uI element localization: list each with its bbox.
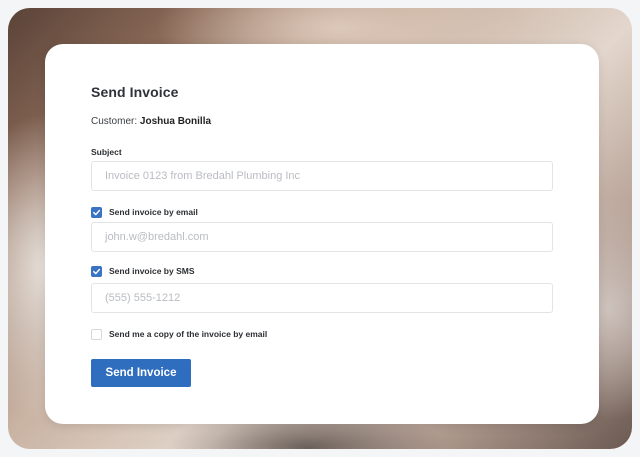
- send-invoice-dialog: Send Invoice Customer: Joshua Bonilla Su…: [45, 44, 599, 424]
- customer-label: Customer:: [91, 116, 138, 127]
- subject-input[interactable]: Invoice 0123 from Bredahl Plumbing Inc: [91, 161, 553, 191]
- email-option-label: Send invoice by email: [109, 207, 198, 217]
- subject-placeholder: Invoice 0123 from Bredahl Plumbing Inc: [105, 170, 301, 182]
- email-input[interactable]: john.w@bredahl.com: [91, 222, 553, 252]
- copy-option-row[interactable]: Send me a copy of the invoice by email: [91, 328, 267, 340]
- sms-option-row[interactable]: Send invoice by SMS: [91, 265, 195, 277]
- sms-input[interactable]: (555) 555-1212: [91, 283, 553, 313]
- copy-checkbox[interactable]: [91, 328, 102, 340]
- sms-option-label: Send invoice by SMS: [109, 266, 195, 276]
- customer-name: Joshua Bonilla: [139, 116, 212, 127]
- check-icon: [93, 209, 101, 215]
- subject-label: Subject: [91, 147, 122, 157]
- email-placeholder: john.w@bredahl.com: [105, 231, 209, 243]
- dialog-title: Send Invoice: [91, 84, 179, 100]
- email-checkbox[interactable]: [91, 206, 102, 218]
- sms-placeholder: (555) 555-1212: [105, 292, 181, 304]
- sms-checkbox[interactable]: [91, 265, 102, 277]
- copy-option-label: Send me a copy of the invoice by email: [109, 329, 268, 339]
- send-invoice-button[interactable]: Send Invoice: [91, 359, 191, 387]
- check-icon: [93, 268, 101, 274]
- customer-line: Customer: Joshua Bonilla: [91, 116, 211, 127]
- email-option-row[interactable]: Send invoice by email: [91, 206, 198, 218]
